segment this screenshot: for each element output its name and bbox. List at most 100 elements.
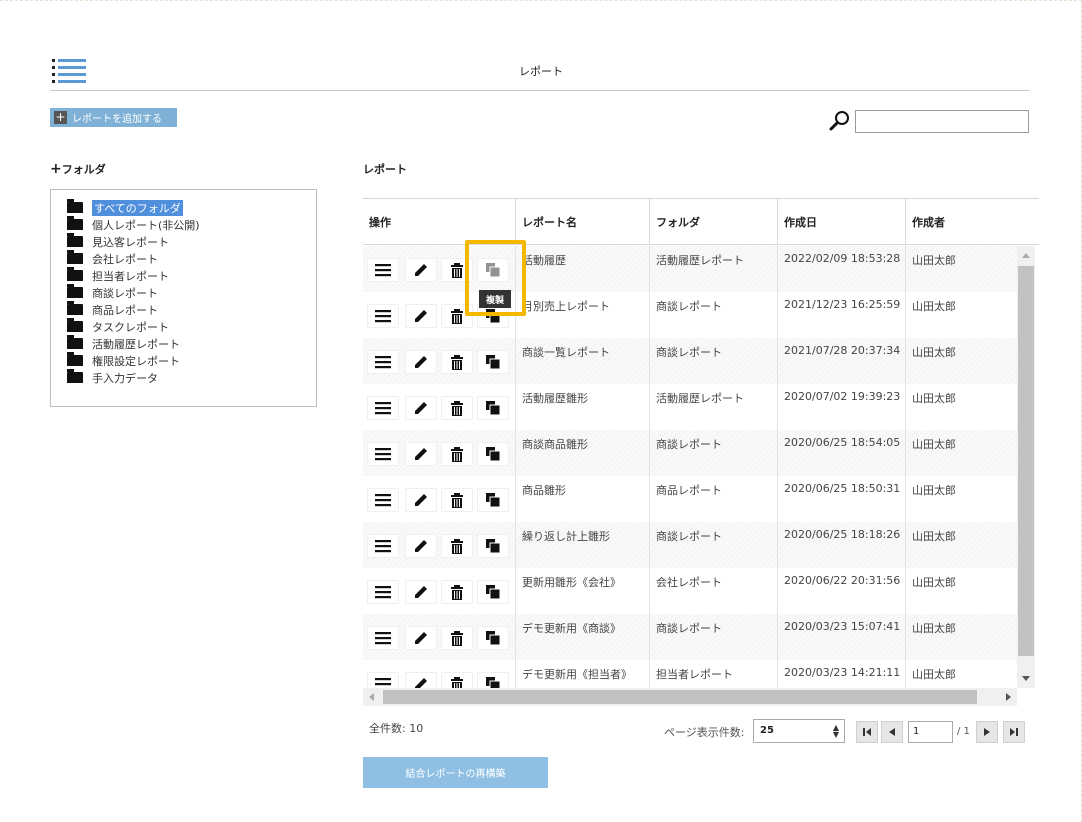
cell-name[interactable]: デモ更新用《担当者》	[515, 660, 649, 688]
next-page-icon	[984, 728, 990, 736]
page-size-select[interactable]: 25 ▲ ▼	[753, 719, 845, 743]
delete-button[interactable]	[441, 396, 473, 420]
menu-button[interactable]	[367, 534, 399, 558]
delete-button[interactable]	[441, 304, 473, 328]
folder-label: 手入力データ	[92, 371, 158, 385]
cell-name[interactable]: 活動履歴雛形	[515, 384, 649, 430]
menu-button[interactable]	[367, 350, 399, 374]
folder-item[interactable]: 会社レポート	[67, 250, 316, 267]
cell-name[interactable]: 商談商品雛形	[515, 430, 649, 476]
first-page-button[interactable]	[856, 721, 878, 743]
menu-button[interactable]	[367, 580, 399, 604]
vertical-scrollbar[interactable]	[1017, 246, 1035, 688]
table-row: 月別売上レポート 商談レポート 2021/12/23 16:25:59 山田太郎	[363, 292, 1017, 338]
cell-name[interactable]: 更新用雛形《会社》	[515, 568, 649, 614]
copy-icon	[486, 539, 500, 553]
edit-button[interactable]	[405, 258, 437, 282]
edit-button[interactable]	[405, 488, 437, 512]
copy-button[interactable]	[477, 626, 509, 650]
delete-button[interactable]	[441, 626, 473, 650]
folder-item[interactable]: 個人レポート(非公開)	[67, 216, 316, 233]
menu-button[interactable]	[367, 672, 399, 688]
column-header-created[interactable]: 作成日	[777, 199, 905, 245]
copy-button[interactable]	[477, 396, 509, 420]
edit-button[interactable]	[405, 626, 437, 650]
cell-name[interactable]: 活動履歴	[515, 246, 649, 292]
menu-button[interactable]	[367, 304, 399, 328]
edit-button[interactable]	[405, 580, 437, 604]
scroll-down-icon[interactable]	[1022, 676, 1030, 681]
edit-button[interactable]	[405, 534, 437, 558]
menu-button[interactable]	[367, 396, 399, 420]
delete-button[interactable]	[441, 350, 473, 374]
copy-icon	[486, 401, 500, 415]
cell-name[interactable]: 商品雛形	[515, 476, 649, 522]
copy-button[interactable]	[477, 672, 509, 688]
page-size-label: ページ表示件数:	[664, 726, 745, 739]
delete-button[interactable]	[441, 672, 473, 688]
folder-item[interactable]: 権限設定レポート	[67, 352, 316, 369]
folder-item[interactable]: 商談レポート	[67, 284, 316, 301]
column-header-author[interactable]: 作成者	[905, 199, 1039, 245]
scroll-thumb[interactable]	[1018, 266, 1034, 656]
cell-name[interactable]: 月別売上レポート	[515, 292, 649, 338]
copy-button[interactable]	[477, 258, 509, 282]
copy-button[interactable]	[477, 534, 509, 558]
list-icon	[375, 586, 391, 599]
trash-icon	[451, 262, 463, 278]
scroll-up-icon[interactable]	[1022, 253, 1030, 258]
column-header-folder[interactable]: フォルダ	[649, 199, 777, 245]
folder-item[interactable]: すべてのフォルダ	[67, 199, 316, 216]
delete-button[interactable]	[441, 580, 473, 604]
page-number-input[interactable]: 1	[908, 721, 953, 743]
edit-button[interactable]	[405, 350, 437, 374]
menu-button[interactable]	[367, 442, 399, 466]
cell-folder: 商談レポート	[649, 292, 777, 338]
folder-item[interactable]: 手入力データ	[67, 369, 316, 386]
copy-button[interactable]	[477, 350, 509, 374]
search-icon[interactable]	[828, 109, 852, 133]
column-header-name[interactable]: レポート名	[515, 199, 649, 245]
edit-button[interactable]	[405, 442, 437, 466]
plus-icon[interactable]: +	[50, 161, 62, 177]
cell-created: 2020/06/25 18:54:05	[777, 430, 905, 476]
folder-item[interactable]: タスクレポート	[67, 318, 316, 335]
last-page-button[interactable]	[1003, 721, 1025, 743]
edit-button[interactable]	[405, 672, 437, 688]
folder-item[interactable]: 活動履歴レポート	[67, 335, 316, 352]
edit-button[interactable]	[405, 304, 437, 328]
folder-item[interactable]: 商品レポート	[67, 301, 316, 318]
delete-button[interactable]	[441, 534, 473, 558]
delete-button[interactable]	[441, 258, 473, 282]
delete-button[interactable]	[441, 488, 473, 512]
delete-button[interactable]	[441, 442, 473, 466]
menu-button[interactable]	[367, 626, 399, 650]
copy-button[interactable]	[477, 442, 509, 466]
menu-button[interactable]	[367, 488, 399, 512]
table-row: 更新用雛形《会社》 会社レポート 2020/06/22 20:31:56 山田太郎	[363, 568, 1017, 614]
scroll-thumb-horizontal[interactable]	[383, 690, 977, 704]
copy-button[interactable]	[477, 488, 509, 512]
scroll-right-icon[interactable]	[1006, 693, 1011, 701]
cell-folder: 商談レポート	[649, 430, 777, 476]
menu-button[interactable]	[367, 258, 399, 282]
next-page-button[interactable]	[976, 721, 998, 743]
scroll-left-icon[interactable]	[369, 693, 374, 701]
cell-name[interactable]: 商談一覧レポート	[515, 338, 649, 384]
cell-author: 山田太郎	[905, 568, 1017, 614]
rebuild-combined-report-button[interactable]: 結合レポートの再構築	[363, 757, 548, 788]
pencil-icon	[415, 448, 427, 460]
edit-button[interactable]	[405, 396, 437, 420]
cell-created: 2020/06/25 18:18:26	[777, 522, 905, 568]
prev-page-button[interactable]	[881, 721, 903, 743]
copy-button[interactable]	[477, 580, 509, 604]
cell-name[interactable]: デモ更新用《商談》	[515, 614, 649, 660]
folder-item[interactable]: 見込客レポート	[67, 233, 316, 250]
search-input[interactable]	[855, 110, 1029, 133]
cell-name[interactable]: 繰り返し計上雛形	[515, 522, 649, 568]
pencil-icon	[415, 310, 427, 322]
pencil-icon	[415, 678, 427, 688]
add-report-button[interactable]: + レポートを追加する	[50, 108, 177, 127]
horizontal-scrollbar[interactable]	[363, 688, 1017, 706]
folder-item[interactable]: 担当者レポート	[67, 267, 316, 284]
